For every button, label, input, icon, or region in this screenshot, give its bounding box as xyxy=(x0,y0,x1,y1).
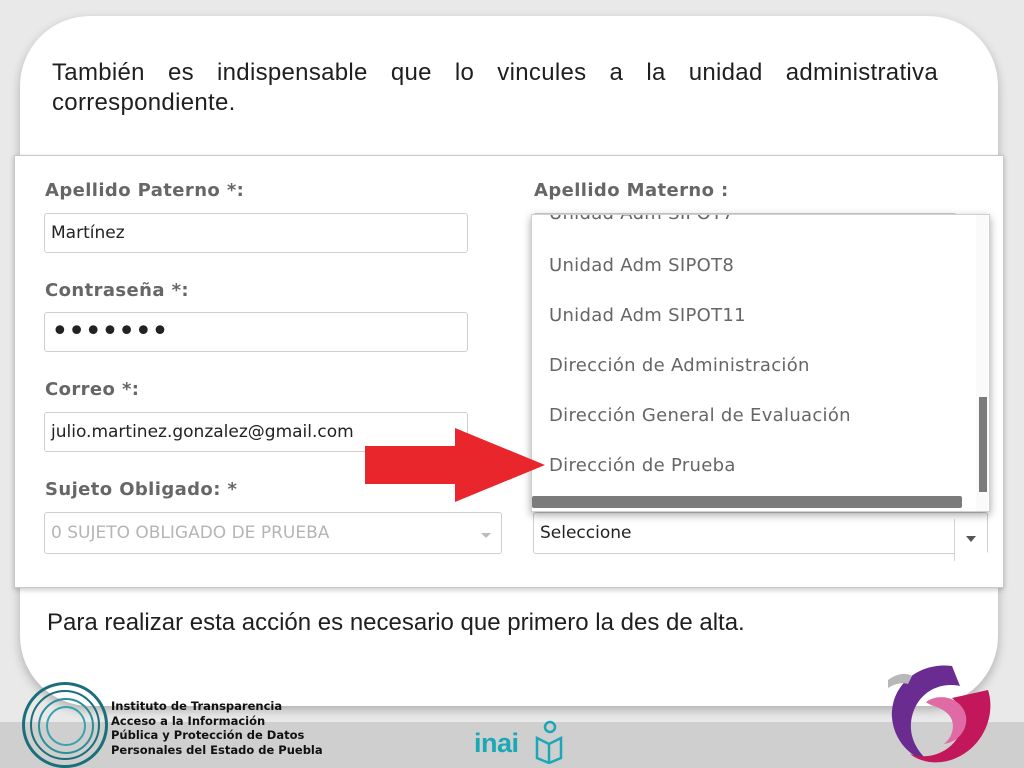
dropdown-option[interactable]: Dirección de Administración xyxy=(549,355,810,376)
label-correo: Correo *: xyxy=(45,379,140,400)
horizontal-scrollbar[interactable] xyxy=(532,496,962,508)
inai-figure-icon xyxy=(535,720,563,764)
password-input[interactable]: ••••••• xyxy=(44,312,468,352)
unidad-administrativa-select[interactable]: Seleccione xyxy=(533,512,988,554)
intro-text: También es indispensable que lo vincules… xyxy=(52,59,938,116)
puebla-swirl-logo xyxy=(888,665,991,763)
dropdown-option[interactable]: Unidad Adm SIPOT11 xyxy=(549,305,746,326)
select-toggle-button[interactable] xyxy=(954,519,987,561)
dropdown-option[interactable]: Unidad Adm SIPOT7 xyxy=(549,215,734,224)
dropdown-option[interactable]: Dirección General de Evaluación xyxy=(549,405,851,426)
apellido-paterno-input[interactable]: Martínez xyxy=(44,213,468,253)
dropdown-option[interactable]: Unidad Adm SIPOT8 xyxy=(549,255,734,276)
label-apellido-materno: Apellido Materno : xyxy=(534,180,729,201)
chevron-down-icon xyxy=(481,533,491,538)
itaipue-name: Instituto de Transparencia Acceso a la I… xyxy=(111,699,323,757)
footer-note: Para realizar esta acción es necesario q… xyxy=(47,609,745,636)
dropdown-option[interactable]: Dirección de Prueba xyxy=(549,455,736,476)
inai-logo: inai xyxy=(474,728,519,758)
scrollbar-thumb[interactable] xyxy=(979,397,987,492)
red-arrow-icon xyxy=(365,428,545,502)
unidad-dropdown-list[interactable]: Unidad Adm SIPOT7 Unidad Adm SIPOT8 Unid… xyxy=(531,214,990,512)
label-sujeto-obligado: Sujeto Obligado: * xyxy=(45,479,238,500)
label-apellido-paterno: Apellido Paterno *: xyxy=(45,180,245,201)
sujeto-obligado-select: 0 SUJETO OBLIGADO DE PRUEBA xyxy=(44,512,502,554)
label-contrasena: Contraseña *: xyxy=(45,280,189,301)
